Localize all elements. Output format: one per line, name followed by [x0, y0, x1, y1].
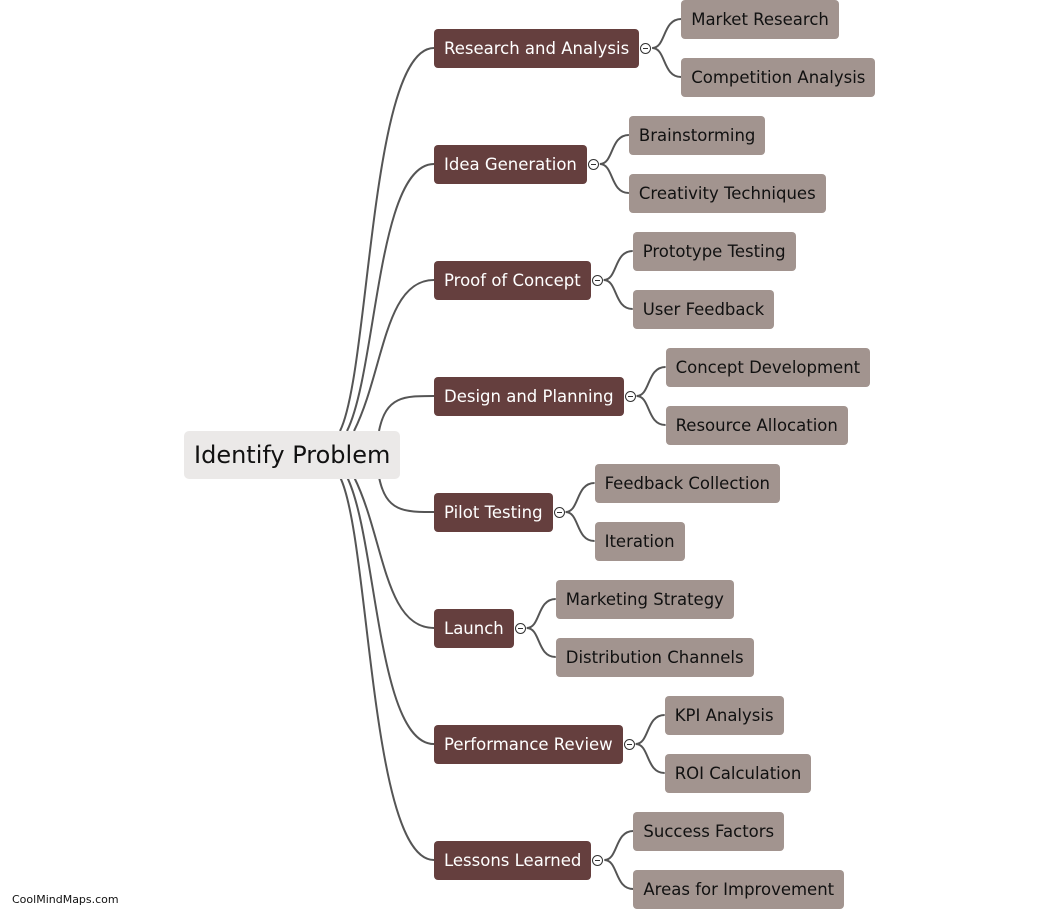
connector-line [636, 366, 666, 397]
leaf-label: Feedback Collection [604, 473, 771, 493]
connector-line [635, 714, 665, 745]
branch-label: Idea Generation [444, 154, 577, 174]
leaf-label: Concept Development [675, 357, 861, 377]
leaf-node[interactable]: Areas for Improvement [633, 869, 845, 909]
watermark: CoolMindMaps.com [12, 893, 119, 906]
leaf-node[interactable]: ROI Calculation [664, 753, 812, 793]
branch-node[interactable]: Design and Planning [434, 376, 624, 416]
branch-node[interactable]: Research and Analysis [434, 28, 640, 68]
branch-label: Research and Analysis [444, 38, 630, 58]
collapse-icon[interactable] [592, 854, 604, 866]
leaf-label: Creativity Techniques [638, 183, 816, 203]
branch-label: Performance Review [444, 734, 613, 754]
connector-line [346, 476, 435, 745]
branch-node[interactable]: Idea Generation [434, 144, 587, 184]
leaf-node[interactable]: Market Research [681, 0, 839, 39]
connector-line [565, 511, 595, 542]
connector-line [635, 743, 665, 774]
leaf-node[interactable]: Distribution Channels [555, 637, 754, 677]
connector-lines [339, 18, 682, 890]
branch-label: Design and Planning [444, 386, 614, 406]
root-node[interactable]: Identify Problem [184, 431, 401, 479]
leaf-node[interactable]: Resource Allocation [665, 405, 848, 445]
leaf-label: Market Research [691, 9, 829, 29]
leaf-label: User Feedback [642, 299, 765, 319]
connector-line [378, 395, 435, 432]
connector-line [346, 163, 435, 432]
branch-label: Proof of Concept [444, 270, 581, 290]
branch-node[interactable]: Pilot Testing [434, 492, 553, 532]
connector-line [599, 134, 630, 165]
leaf-node[interactable]: KPI Analysis [664, 695, 784, 735]
leaf-label: Distribution Channels [565, 647, 744, 667]
collapse-icon[interactable] [623, 738, 635, 750]
connector-line [378, 476, 435, 513]
leaf-node[interactable]: Iteration [594, 521, 685, 561]
leaf-label: Iteration [604, 531, 675, 551]
connector-line [565, 482, 595, 513]
connector-line [651, 47, 682, 78]
leaf-label: Competition Analysis [691, 67, 866, 87]
connector-line [526, 627, 556, 658]
collapse-icon[interactable] [514, 622, 526, 634]
collapse-icon[interactable] [587, 158, 599, 170]
leaf-node[interactable]: Creativity Techniques [628, 173, 826, 213]
leaf-label: KPI Analysis [674, 705, 774, 725]
branch-label: Lessons Learned [444, 850, 582, 870]
leaf-label: Success Factors [643, 821, 775, 841]
branch-node[interactable]: Proof of Concept [434, 260, 591, 300]
collapse-icon[interactable] [553, 506, 565, 518]
connector-line [651, 18, 682, 49]
connector-line [603, 279, 633, 310]
branch-label: Pilot Testing [444, 502, 543, 522]
leaf-node[interactable]: Success Factors [633, 811, 785, 851]
connector-line [599, 163, 630, 194]
leaf-label: Marketing Strategy [565, 589, 724, 609]
leaf-label: Brainstorming [638, 125, 756, 145]
leaf-node[interactable]: Brainstorming [628, 115, 766, 155]
connector-line [636, 395, 666, 426]
branch-node[interactable]: Performance Review [434, 724, 623, 764]
leaf-node[interactable]: Concept Development [665, 347, 871, 387]
leaf-node[interactable]: Feedback Collection [594, 463, 781, 503]
leaf-node[interactable]: Marketing Strategy [555, 579, 734, 619]
leaf-node[interactable]: Competition Analysis [681, 57, 876, 97]
collapse-icon[interactable] [624, 390, 636, 402]
collapse-icon[interactable] [640, 42, 652, 54]
branch-node[interactable]: Launch [434, 608, 514, 648]
branch-node[interactable]: Lessons Learned [434, 840, 592, 880]
leaf-label: Prototype Testing [642, 241, 786, 261]
leaf-label: Areas for Improvement [643, 879, 835, 899]
leaf-label: ROI Calculation [674, 763, 802, 783]
connector-line [604, 859, 634, 890]
connector-line [603, 250, 633, 281]
leaf-label: Resource Allocation [675, 415, 838, 435]
root-label: Identify Problem [194, 441, 391, 469]
collapse-icon[interactable] [591, 274, 603, 286]
connector-line [526, 598, 556, 629]
leaf-node[interactable]: Prototype Testing [632, 231, 796, 271]
leaf-node[interactable]: User Feedback [632, 289, 775, 329]
branch-label: Launch [444, 618, 504, 638]
connector-line [604, 830, 634, 861]
